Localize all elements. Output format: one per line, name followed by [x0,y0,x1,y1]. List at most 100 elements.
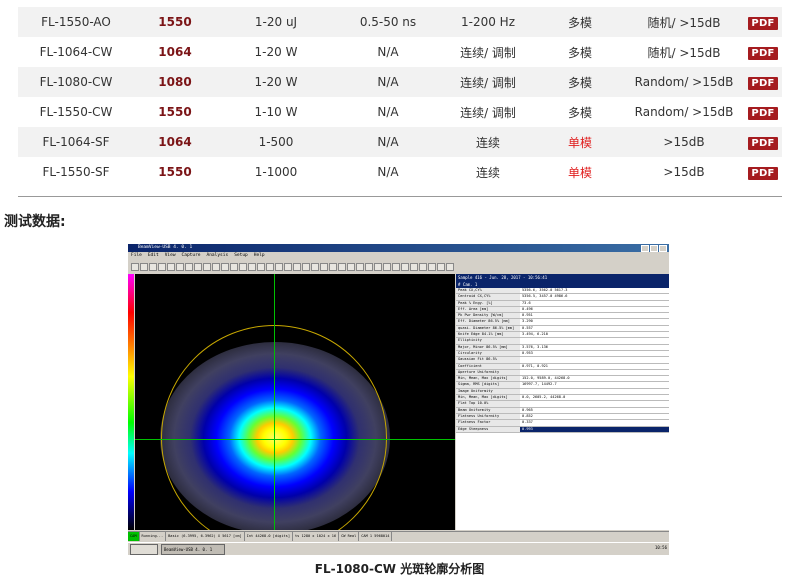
product-row: FL-1550-AO 1550 1-20 uJ 0.5-50 ns 1-200 Hz 多模… [18,7,782,37]
cell-pdf[interactable]: PDF [744,97,782,127]
toolbar-button-icon [374,262,382,271]
result-value: 5356.5, 3457.0 4986.6 [522,294,568,299]
cell-rep: 连续/ 调制 [440,67,536,97]
menu-item: View [164,253,176,258]
toolbar-button-icon [203,262,211,271]
toolbar-button-icon [158,262,166,271]
toolbar-button-icon [131,262,139,271]
cell-wavelength: 1550 [134,7,216,37]
result-key: Ellipticity [456,338,520,344]
result-value [520,389,669,394]
toolbar-button-icon [347,262,355,271]
screenshot-menubar: File Edit View Capture Analysis Setup Help [128,252,669,260]
product-row: FL-1064-CW 1064 1-20 W N/A 连续/ 调制 多模 随机/ >15dB… [18,37,782,67]
pdf-download-link[interactable]: PDF [748,136,778,150]
result-value: 0.557 [522,325,533,330]
status-field: ts 1280 x 1024 x 16 [293,532,340,541]
cell-isolation: 随机/ >15dB [624,7,744,37]
status-field: CAM 1 5968014 [359,532,393,541]
cell-isolation: >15dB [624,157,744,187]
cell-pulse: N/A [336,67,440,97]
taskbar: BeamView-USB 4. 0. 1 10:56 [128,542,669,555]
results-panel: Sample 416 - Jun. 28, 2017 - 10:56:41 # … [456,274,669,530]
cell-mode: 多模 [536,97,624,127]
result-key: Coefficient [456,363,520,369]
cell-wavelength: 1550 [134,97,216,127]
pdf-download-link[interactable]: PDF [748,76,778,90]
cell-pdf[interactable]: PDF [744,37,782,67]
results-header-text: Sample 416 - Jun. 28, 2017 - 10:56:41 [458,275,548,280]
cell-power: 1-1000 [216,157,336,187]
result-key: Edge Steepness [456,426,520,432]
result-key: quasi. Diameter 86.5% [mm] [456,325,520,332]
cell-isolation: 随机/ >15dB [624,37,744,67]
result-value: 0.971, 0.921 [522,363,548,368]
cell-pulse: N/A [336,157,440,187]
cell-power: 1-10 W [216,97,336,127]
pdf-download-link[interactable]: PDF [748,16,778,30]
result-value: 0.951 [522,313,533,318]
result-key: Knife Edge 84.1% [mm] [456,332,520,338]
pdf-download-link[interactable]: PDF [748,166,778,180]
beam-image [135,274,455,530]
cell-pdf[interactable]: PDF [744,127,782,157]
beam-profile-screenshot: BeamView-USB 4. 0. 1 File Edit View Capture… [128,244,669,555]
cell-pulse: N/A [336,97,440,127]
toolbar-button-icon [266,262,274,271]
cell-pdf[interactable]: PDF [744,67,782,97]
toolbar-button-icon [248,262,256,271]
result-value: 3.290 [522,319,533,324]
result-key: Peak CX,CY% [456,288,520,294]
cell-power: 1-20 W [216,67,336,97]
product-row: FL-1550-SF 1550 1-1000 N/A 连续 单模 >15dB PDF [18,157,782,187]
toolbar-button-icon [176,262,184,271]
result-key: Eff. Diameter 86.5% [mm] [456,319,520,325]
toolbar-button-icon [329,262,337,271]
cell-rep: 连续/ 调制 [440,97,536,127]
section-title: 测试数据: [4,214,66,230]
result-value: 3.494, 6.210 [522,332,548,337]
toolbar-button-icon [212,262,220,271]
cell-pulse: N/A [336,127,440,157]
result-value: 0.337 [522,420,533,425]
cell-mode: 多模 [536,37,624,67]
cell-power: 1-500 [216,127,336,157]
toolbar-button-icon [401,262,409,271]
result-value: 0.993 [520,426,669,432]
cell-wavelength: 1550 [134,157,216,187]
cell-mode: 多模 [536,67,624,97]
product-row: FL-1064-SF 1064 1-500 N/A 连续 单模 >15dB PDF [18,127,782,157]
status-field: Basic (6.3995, 6.3962) X 5617 [cm] [166,532,245,541]
cell-pdf[interactable]: PDF [744,157,782,187]
cell-model: FL-1064-SF [18,127,134,157]
result-value [520,338,669,343]
menu-item: Capture [181,253,201,258]
crosshair-horizontal [135,439,455,440]
result-value [520,401,669,406]
result-key: Eff. Area [mm] [456,306,520,313]
toolbar-button-icon [149,262,157,271]
result-key: Major, Minor 86.5% [mm] [456,344,520,350]
toolbar-button-icon [428,262,436,271]
toolbar-button-icon [239,262,247,271]
cell-wavelength: 1064 [134,127,216,157]
cell-pdf[interactable]: PDF [744,7,782,37]
toolbar-button-icon [293,262,301,271]
toolbar-button-icon [275,262,283,271]
cell-pulse: 0.5-50 ns [336,7,440,37]
menu-item: Analysis [206,253,229,258]
result-key: Aperture Uniformity [456,369,520,376]
cell-power: 1-20 W [216,37,336,67]
status-field: Running... [140,532,167,541]
start-button [130,544,158,555]
pdf-download-link[interactable]: PDF [748,106,778,120]
toolbar-button-icon [221,262,229,271]
product-table: FL-1550-AO 1550 1-20 uJ 0.5-50 ns 1-200 Hz 多模… [18,7,782,187]
result-key: Flat Top 10.0% [456,401,520,407]
cell-wavelength: 1064 [134,37,216,67]
pdf-download-link[interactable]: PDF [748,46,778,60]
figure-caption: FL-1080-CW 光斑轮廓分析图 [314,562,485,576]
result-value: 0.0, 2605.2, 44268.0 [522,395,566,400]
minimize-icon [641,245,649,252]
screenshot-statusbar: CAM Running... Basic (6.3995, 6.3962) X 56… [128,531,669,541]
